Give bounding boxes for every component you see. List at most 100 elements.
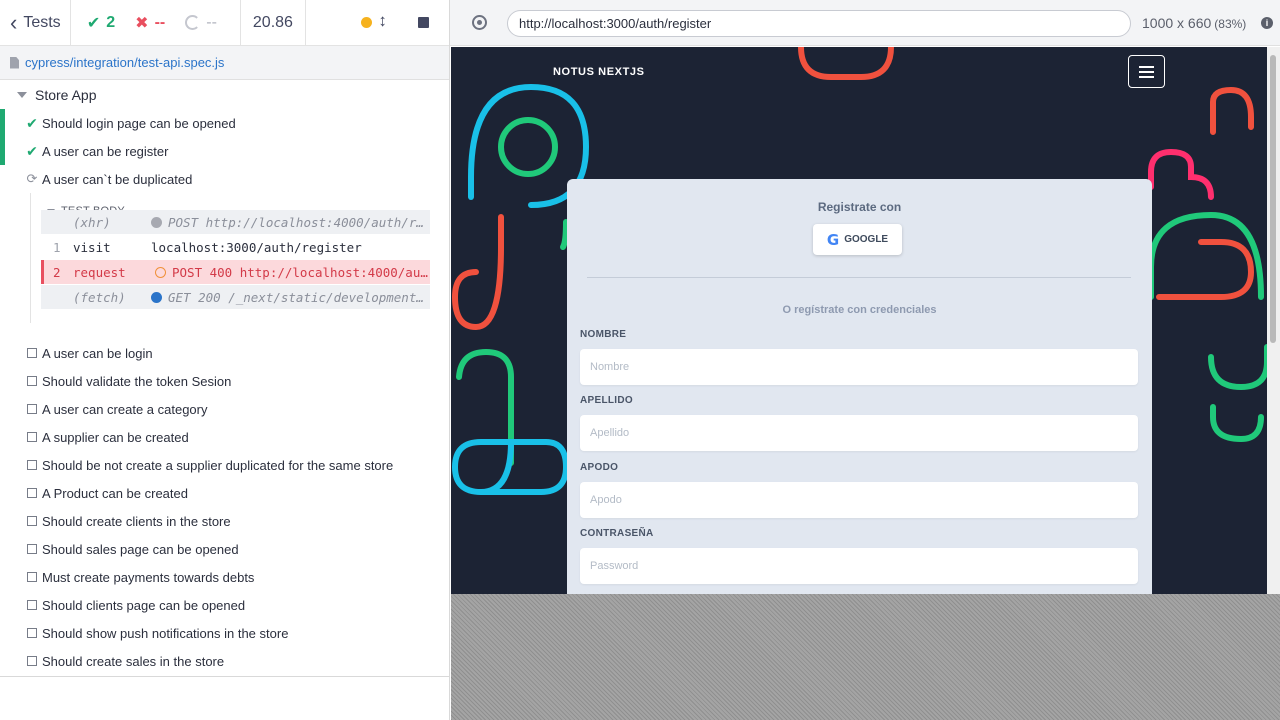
google-signup-button[interactable]: G GOOGLE: [813, 224, 902, 255]
app-scrollbar[interactable]: [1267, 47, 1280, 594]
viewport-zoom: (83%): [1214, 17, 1247, 31]
test-row[interactable]: Should validate the token Sesion: [0, 367, 449, 395]
reporter-footer: [0, 676, 449, 720]
test-row[interactable]: Should show push notifications in the st…: [0, 619, 449, 647]
command-message-text: localhost:3000/auth/register: [151, 239, 362, 255]
test-row[interactable]: Should create sales in the store: [0, 647, 449, 675]
apodo-placeholder: Apodo: [590, 494, 622, 506]
command-row[interactable]: (fetch) GET 200 /_next/static/developmen…: [41, 285, 430, 309]
hamburger-line: [1139, 71, 1154, 73]
password-placeholder: Password: [590, 560, 639, 572]
passed-indicator: [0, 109, 5, 137]
test-row[interactable]: A Product can be created: [0, 479, 449, 507]
test-label: Should validate the token Sesion: [42, 373, 232, 389]
command-name: request: [73, 264, 126, 280]
failed-count-value: --: [154, 13, 166, 31]
checkbox-icon: [26, 402, 38, 417]
command-name: (xhr): [73, 214, 111, 230]
test-row[interactable]: ⟳ A user can`t be duplicated: [0, 165, 449, 193]
test-row[interactable]: A supplier can be created: [0, 423, 449, 451]
test-label: Should show push notifications in the st…: [42, 625, 289, 641]
chevron-left-icon: ‹: [10, 9, 18, 35]
status-ring-icon: [155, 266, 166, 278]
command-message: POST 400 http://localhost:4000/au…: [155, 265, 428, 280]
command-message-text: POST 400 http://localhost:4000/au…: [172, 264, 428, 280]
command-row-error[interactable]: 2 request POST 400 http://localhost:4000…: [41, 260, 430, 284]
test-row[interactable]: A user can be login: [0, 339, 449, 367]
duration: 20.86: [241, 0, 307, 46]
test-label: Should login page can be opened: [42, 115, 236, 131]
test-row[interactable]: Should sales page can be opened: [0, 535, 449, 563]
pending-count: --: [185, 14, 217, 32]
check-icon: ✔: [86, 14, 101, 32]
test-row[interactable]: A user can create a category: [0, 395, 449, 423]
checkbox-icon: [26, 346, 38, 361]
test-label: Should create clients in the store: [42, 513, 231, 529]
test-row[interactable]: Should be not create a supplier duplicat…: [0, 451, 449, 479]
suite-title: Store App: [35, 87, 97, 103]
brand-logo[interactable]: NOTUS NEXTJS: [553, 66, 645, 78]
check-icon: ✔: [26, 114, 38, 131]
stop-button[interactable]: [418, 16, 430, 28]
checkbox-icon: [26, 542, 38, 557]
hamburger-menu-button[interactable]: [1128, 55, 1165, 88]
test-label: A Product can be created: [42, 485, 188, 501]
passed-indicator: [0, 137, 5, 165]
checkbox-icon: [26, 458, 38, 473]
google-icon: G: [826, 230, 840, 249]
file-icon: [10, 56, 19, 69]
test-row[interactable]: Must create payments towards debts: [0, 563, 449, 591]
hamburger-line: [1139, 76, 1154, 78]
test-row[interactable]: Should clients page can be opened: [0, 591, 449, 619]
auto-scroll-toggle-icon[interactable]: ↕: [378, 11, 387, 31]
check-icon: ✔: [26, 142, 38, 159]
pending-count-value: --: [206, 13, 217, 31]
command-row[interactable]: 1 visit localhost:3000/auth/register: [41, 235, 430, 259]
command-number: 1: [53, 239, 61, 255]
checkbox-icon: [26, 514, 38, 529]
selector-playground-icon[interactable]: [472, 15, 487, 30]
checkbox-icon: [26, 374, 38, 389]
google-button-label: GOOGLE: [844, 234, 889, 245]
spec-file-bar: cypress/integration/test-api.spec.js: [0, 46, 449, 80]
apodo-input[interactable]: Apodo: [580, 482, 1138, 518]
field-label-nombre: NOMBRE: [580, 329, 627, 340]
info-icon[interactable]: i: [1261, 17, 1273, 29]
command-name: visit: [73, 239, 111, 255]
back-to-tests-button[interactable]: ‹ Tests: [0, 0, 71, 46]
password-input[interactable]: Password: [580, 548, 1138, 584]
url-bar[interactable]: http://localhost:3000/auth/register: [507, 10, 1131, 37]
test-label: Must create payments towards debts: [42, 569, 255, 585]
checkbox-icon: [26, 654, 38, 669]
checkbox-icon: [26, 486, 38, 501]
back-label: Tests: [23, 13, 61, 31]
scrollbar-thumb[interactable]: [1270, 55, 1276, 343]
test-label: Should be not create a supplier duplicat…: [42, 457, 394, 473]
spec-file-link[interactable]: cypress/integration/test-api.spec.js: [25, 55, 224, 70]
card-subtitle: O regístrate con credenciales: [782, 304, 937, 316]
reporter-stats-bar: ‹ Tests ✔ 2 ✖ -- -- 20.86 ↕: [0, 0, 449, 46]
test-label: Should clients page can be opened: [42, 597, 246, 613]
viewport-size: 1000 x 660: [1142, 15, 1212, 31]
test-label: A user can`t be duplicated: [42, 171, 193, 187]
hamburger-line: [1139, 66, 1154, 68]
checkbox-icon: [26, 570, 38, 585]
collapse-triangle-icon: [17, 92, 27, 98]
suite-header[interactable]: Store App: [17, 87, 97, 103]
command-row[interactable]: (xhr) POST http://localhost:4000/auth/r…: [41, 210, 430, 234]
test-row[interactable]: ✔ A user can be register: [0, 137, 449, 165]
apellido-placeholder: Apellido: [590, 427, 630, 439]
test-label: Should sales page can be opened: [42, 541, 239, 557]
app-preview: NOTUS NEXTJS Registrate con G GOOGLE O r…: [451, 47, 1267, 594]
apellido-input[interactable]: Apellido: [580, 415, 1138, 451]
command-message-text: POST http://localhost:4000/auth/r…: [168, 214, 424, 230]
test-label: A user can be login: [42, 345, 153, 361]
test-row[interactable]: Should create clients in the store: [0, 507, 449, 535]
test-label: A supplier can be created: [42, 429, 189, 445]
cross-icon: ✖: [135, 14, 149, 32]
nombre-input[interactable]: Nombre: [580, 349, 1138, 385]
command-message: POST http://localhost:4000/auth/r…: [151, 215, 424, 230]
status-dot-icon: [151, 216, 162, 228]
test-row[interactable]: ✔ Should login page can be opened: [0, 109, 449, 137]
aut-header: http://localhost:3000/auth/register 1000…: [450, 0, 1280, 46]
